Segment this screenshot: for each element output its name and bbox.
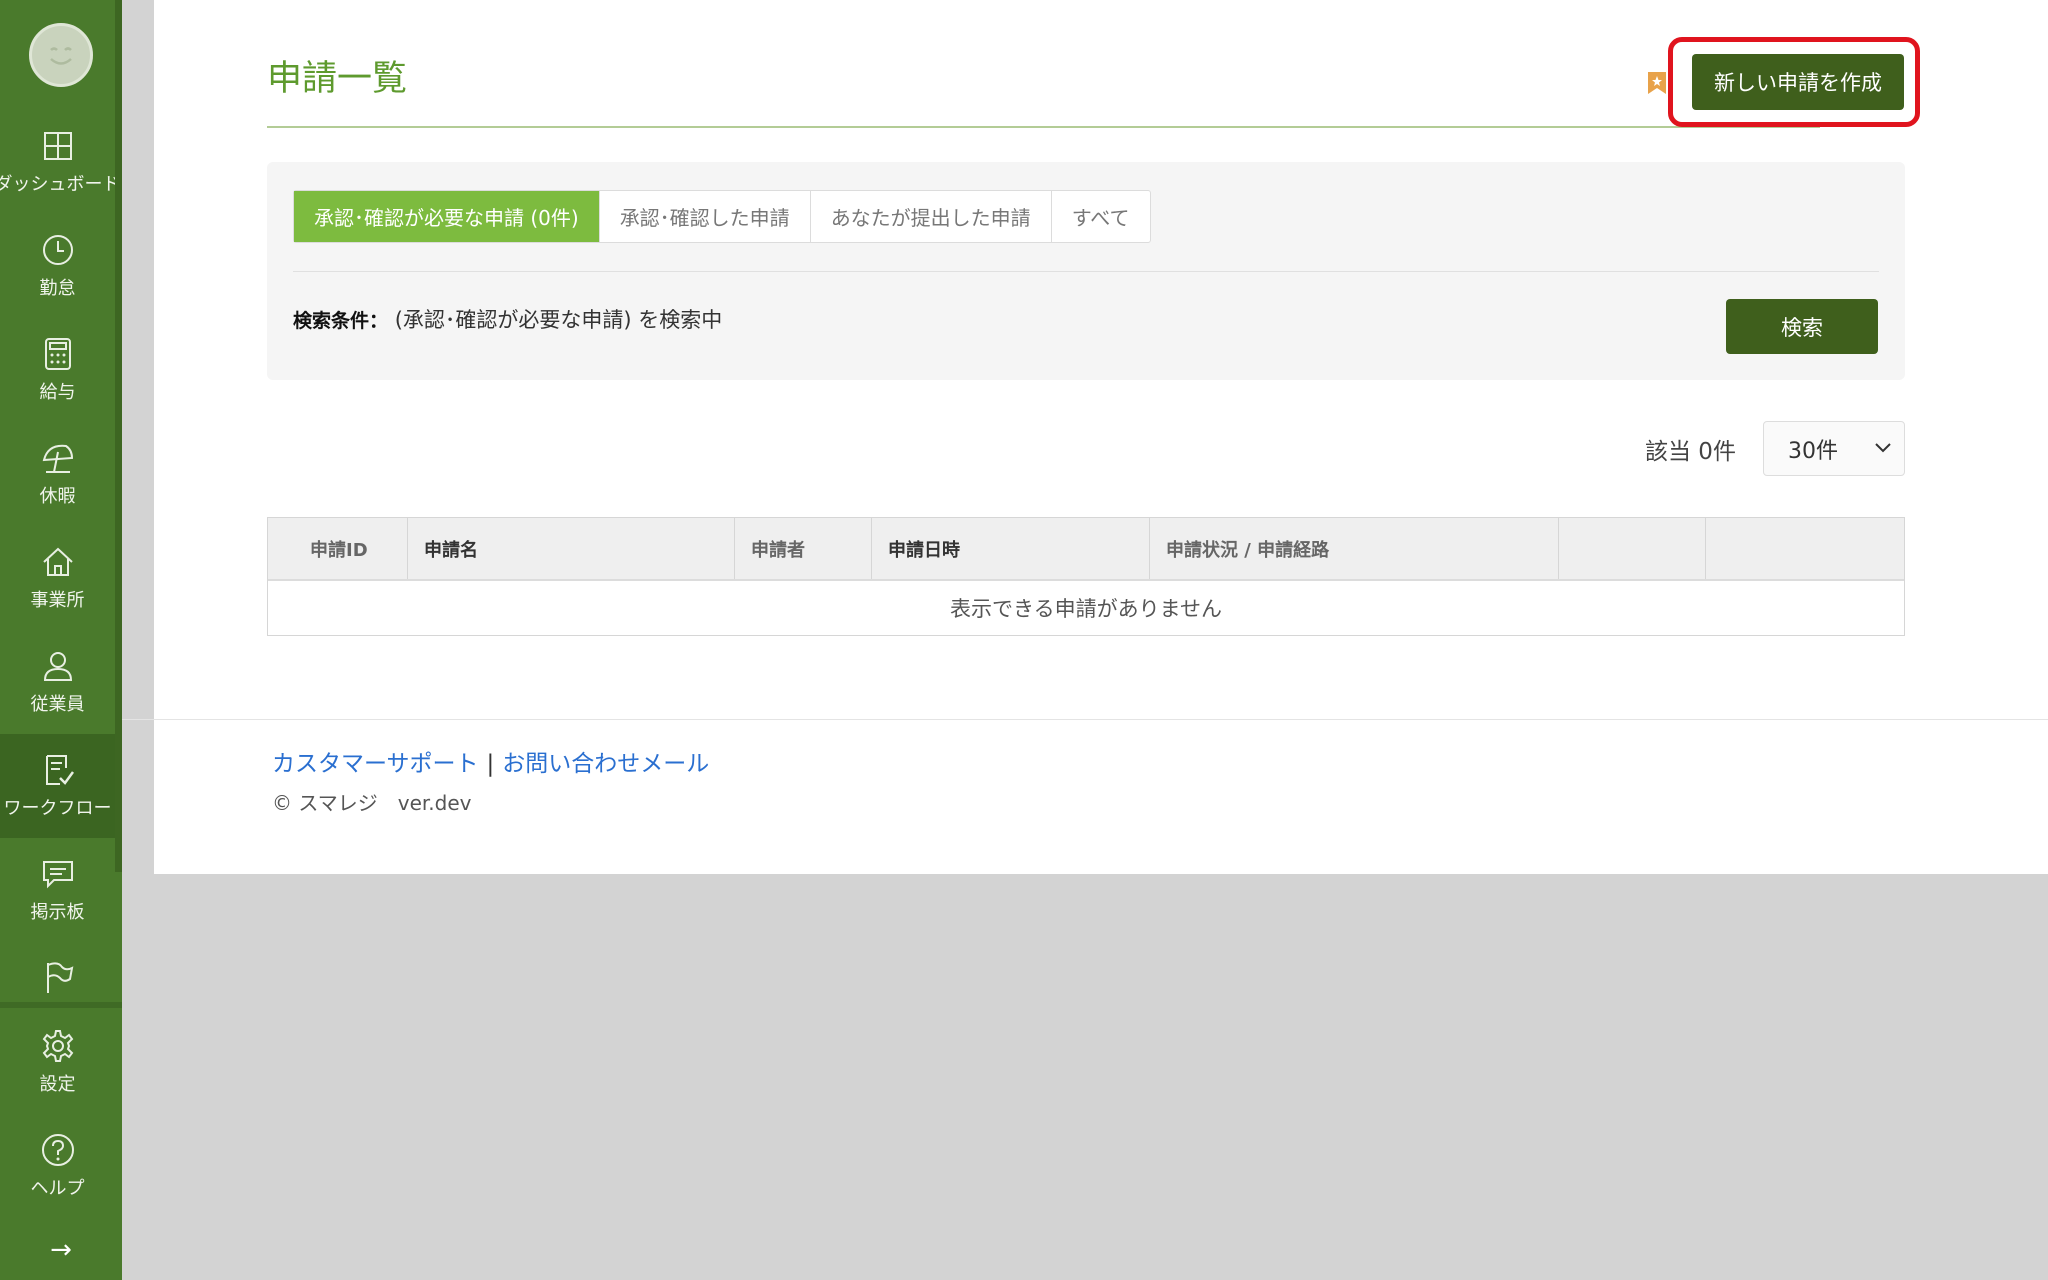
umbrella-icon xyxy=(42,444,73,473)
sidebar-item-attendance[interactable]: 勤怠 xyxy=(0,214,115,318)
dashboard-icon xyxy=(43,132,72,160)
requests-table: 申請ID 申請名 申請者 申請日時 申請状況 / 申請経路 表示できる申請があり… xyxy=(267,517,1905,636)
sidebar-expand-arrow-icon[interactable]: → xyxy=(0,1232,122,1268)
sidebar-item-label: 掲示板 xyxy=(30,902,85,923)
sidebar-item-dashboard[interactable]: ダッシュボード xyxy=(0,110,121,214)
search-condition: 検索条件： (承認･確認が必要な申請) を検索中 xyxy=(293,304,722,334)
sidebar-item-label: ワークフロー xyxy=(3,798,112,819)
sidebar-item-label: 設定 xyxy=(39,1074,76,1095)
footer-separator: | xyxy=(486,751,495,777)
result-count: 該当 0件 xyxy=(1645,439,1736,465)
sidebar-item-workflow[interactable]: ワークフロー xyxy=(0,734,115,838)
footer-divider xyxy=(122,719,2048,720)
workflow-icon xyxy=(45,755,74,785)
sidebar-item-label: 休暇 xyxy=(39,486,76,507)
column-header[interactable]: 申請者 xyxy=(735,518,872,579)
sidebar-item-label: 給与 xyxy=(39,382,76,403)
filter-divider xyxy=(293,271,1879,272)
flag-icon xyxy=(46,962,73,993)
sidebar-item-settings[interactable]: 設定 xyxy=(0,1010,115,1114)
tab-all[interactable]: すべて xyxy=(1052,191,1150,242)
title-divider xyxy=(267,126,1820,128)
table-header: 申請ID 申請名 申請者 申請日時 申請状況 / 申請経路 xyxy=(268,518,1904,581)
create-new-request-button[interactable]: 新しい申請を作成 xyxy=(1692,54,1904,110)
gear-icon xyxy=(42,1030,73,1062)
sidebar-item-label: ヘルプ xyxy=(30,1178,85,1199)
empty-message: 表示できる申請がありません xyxy=(268,581,1904,635)
search-condition-label: 検索条件： xyxy=(293,310,389,332)
customer-support-link[interactable]: カスタマーサポート xyxy=(272,751,479,777)
star-bookmark-icon[interactable] xyxy=(1648,70,1666,94)
column-header[interactable]: 申請状況 / 申請経路 xyxy=(1150,518,1559,579)
sidebar-item-board[interactable]: 掲示板 xyxy=(0,838,115,942)
chevron-down-icon xyxy=(1875,443,1891,453)
smile-icon xyxy=(50,47,72,65)
chat-icon xyxy=(42,861,73,889)
home-icon xyxy=(42,547,73,576)
copyright: © スマレジ ver.dev xyxy=(272,791,472,815)
column-header xyxy=(1706,518,1904,579)
help-icon xyxy=(41,1134,74,1166)
per-page-select[interactable]: 30件 xyxy=(1763,421,1905,476)
sidebar-item-label: 従業員 xyxy=(30,694,85,715)
sidebar-item-label: ダッシュボード xyxy=(0,174,121,195)
sidebar-divider xyxy=(0,1002,122,1008)
filter-panel: 承認･確認が必要な申請 (0件) 承認･確認した申請 あなたが提出した申請 すべ… xyxy=(267,162,1905,380)
sidebar: ダッシュボード 勤怠 給与 休暇 事業所 従業員 ワークフロー 掲示板 設定 ヘ… xyxy=(0,0,122,1280)
column-header[interactable]: 申請ID xyxy=(268,518,408,579)
search-condition-value: (承認･確認が必要な申請) を検索中 xyxy=(394,308,723,332)
filter-tabs: 承認･確認が必要な申請 (0件) 承認･確認した申請 あなたが提出した申請 すべ… xyxy=(293,190,1151,243)
per-page-value: 30件 xyxy=(1788,438,1838,464)
contact-mail-link[interactable]: お問い合わせメール xyxy=(502,751,709,777)
footer-links: カスタマーサポート | お問い合わせメール xyxy=(272,744,709,778)
tab-submitted[interactable]: あなたが提出した申請 xyxy=(811,191,1052,242)
page-title: 申請一覧 xyxy=(267,59,408,99)
column-header[interactable]: 申請名 xyxy=(408,518,735,579)
tab-needs-approval[interactable]: 承認･確認が必要な申請 (0件) xyxy=(294,191,600,242)
sidebar-item-office[interactable]: 事業所 xyxy=(0,526,115,630)
main-content: 申請一覧 新しい申請を作成 承認･確認が必要な申請 (0件) 承認･確認した申請… xyxy=(154,0,2048,874)
sidebar-item-label: 事業所 xyxy=(30,590,85,611)
person-icon xyxy=(43,652,72,681)
sidebar-item-label: 勤怠 xyxy=(39,278,76,299)
sidebar-item-payroll[interactable]: 給与 xyxy=(0,318,115,422)
avatar[interactable] xyxy=(29,23,93,87)
search-button[interactable]: 検索 xyxy=(1726,299,1878,354)
sidebar-item-employees[interactable]: 従業員 xyxy=(0,630,115,734)
sidebar-item-leave[interactable]: 休暇 xyxy=(0,422,115,526)
sidebar-item-help[interactable]: ヘルプ xyxy=(0,1114,115,1218)
column-header xyxy=(1559,518,1706,579)
sidebar-scrollbar[interactable] xyxy=(115,0,122,872)
calculator-icon xyxy=(44,338,71,370)
column-header[interactable]: 申請日時 xyxy=(872,518,1150,579)
tab-approved[interactable]: 承認･確認した申請 xyxy=(600,191,811,242)
clock-icon xyxy=(42,235,73,265)
